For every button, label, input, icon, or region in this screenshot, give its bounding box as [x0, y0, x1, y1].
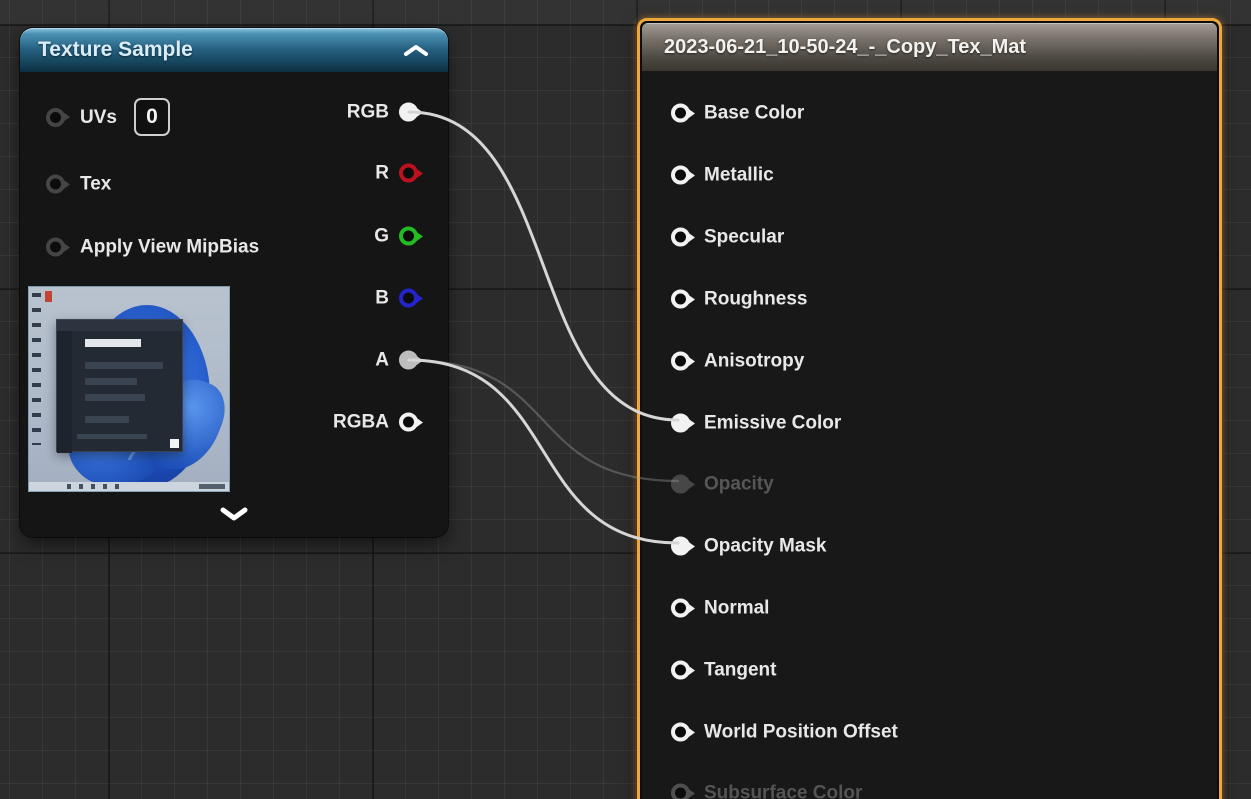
output-row-g: G	[374, 227, 418, 246]
material-input-row-normal: Normal	[671, 599, 769, 618]
output-row-r: R	[375, 164, 418, 183]
output-pin-rgb[interactable]	[399, 103, 418, 122]
output-pin-b[interactable]	[399, 289, 418, 308]
texture-sample-title: Texture Sample	[38, 38, 193, 62]
material-input-pin-base-color[interactable]	[671, 104, 690, 123]
material-input-label-world-position-offset: World Position Offset	[704, 723, 898, 742]
material-input-row-emissive-color: Emissive Color	[671, 414, 841, 433]
output-label-rgb: RGB	[347, 103, 389, 122]
output-pin-rgba[interactable]	[399, 413, 418, 432]
material-input-row-metallic: Metallic	[671, 166, 774, 185]
material-graph-canvas[interactable]: Texture Sample UVs 0 Tex Apply View MipBias…	[0, 0, 1251, 799]
material-input-pin-emissive-color[interactable]	[671, 414, 690, 433]
material-node-header[interactable]: 2023-06-21_10-50-24_-_Copy_Tex_Mat	[642, 23, 1217, 71]
input-label-apply-view-mipbias: Apply View MipBias	[80, 238, 259, 257]
output-label-a: A	[375, 351, 389, 370]
material-input-label-normal: Normal	[704, 599, 769, 618]
material-input-row-subsurface-color: Subsurface Color	[671, 784, 862, 799]
material-input-label-opacity-mask: Opacity Mask	[704, 537, 827, 556]
material-input-row-opacity-mask: Opacity Mask	[671, 537, 827, 556]
input-pin-apply-view-mipbias[interactable]	[46, 238, 65, 257]
input-row-uvs: UVs 0	[46, 98, 170, 136]
app-window-in-screenshot	[56, 319, 183, 452]
chevron-down-icon[interactable]	[218, 506, 250, 522]
material-input-label-specular: Specular	[704, 228, 784, 247]
input-pin-tex[interactable]	[46, 175, 65, 194]
material-input-pin-tangent[interactable]	[671, 661, 690, 680]
input-label-uvs: UVs	[80, 108, 117, 127]
chevron-up-icon[interactable]	[402, 43, 430, 58]
material-input-label-metallic: Metallic	[704, 166, 774, 185]
material-input-row-roughness: Roughness	[671, 290, 807, 309]
uvs-value-box[interactable]: 0	[134, 98, 170, 136]
material-input-pin-roughness[interactable]	[671, 290, 690, 309]
material-input-pin-world-position-offset[interactable]	[671, 723, 690, 742]
material-input-label-roughness: Roughness	[704, 290, 807, 309]
desktop-icon	[45, 291, 52, 302]
output-pin-a[interactable]	[399, 351, 418, 370]
material-input-label-anisotropy: Anisotropy	[704, 352, 804, 371]
material-input-pin-anisotropy[interactable]	[671, 352, 690, 371]
material-input-label-tangent: Tangent	[704, 661, 776, 680]
material-input-row-base-color: Base Color	[671, 104, 804, 123]
texture-preview-thumbnail	[28, 286, 230, 492]
material-input-row-specular: Specular	[671, 228, 784, 247]
material-result-node[interactable]: 2023-06-21_10-50-24_-_Copy_Tex_Mat Base …	[637, 18, 1222, 799]
input-pin-uvs[interactable]	[46, 108, 65, 127]
material-input-row-world-position-offset: World Position Offset	[671, 723, 898, 742]
texture-sample-node[interactable]: Texture Sample UVs 0 Tex Apply View MipBias…	[20, 28, 448, 537]
output-label-r: R	[375, 164, 389, 183]
material-input-row-tangent: Tangent	[671, 661, 776, 680]
output-row-a: A	[375, 351, 418, 370]
input-label-tex: Tex	[80, 175, 111, 194]
output-label-g: G	[374, 227, 389, 246]
output-label-b: B	[375, 289, 389, 308]
material-input-label-emissive-color: Emissive Color	[704, 414, 841, 433]
output-label-rgba: RGBA	[333, 413, 389, 432]
output-row-b: B	[375, 289, 418, 308]
material-input-row-opacity: Opacity	[671, 475, 774, 494]
material-input-pin-opacity[interactable]	[671, 475, 690, 494]
material-node-title: 2023-06-21_10-50-24_-_Copy_Tex_Mat	[664, 36, 1026, 59]
material-input-label-opacity: Opacity	[704, 475, 774, 494]
desktop-icons-column	[32, 293, 41, 445]
output-pin-r[interactable]	[399, 164, 418, 183]
input-row-tex: Tex	[46, 175, 111, 194]
material-input-pin-specular[interactable]	[671, 228, 690, 247]
material-input-row-anisotropy: Anisotropy	[671, 352, 804, 371]
material-input-pin-metallic[interactable]	[671, 166, 690, 185]
output-pin-g[interactable]	[399, 227, 418, 246]
texture-sample-header[interactable]: Texture Sample	[20, 28, 448, 72]
output-row-rgba: RGBA	[333, 413, 418, 432]
material-input-pin-opacity-mask[interactable]	[671, 537, 690, 556]
input-row-apply-view-mipbias: Apply View MipBias	[46, 238, 259, 257]
material-input-label-subsurface-color: Subsurface Color	[704, 784, 862, 799]
material-input-pin-subsurface-color[interactable]	[671, 784, 690, 799]
material-input-pin-normal[interactable]	[671, 599, 690, 618]
output-row-rgb: RGB	[347, 103, 418, 122]
material-input-label-base-color: Base Color	[704, 104, 804, 123]
